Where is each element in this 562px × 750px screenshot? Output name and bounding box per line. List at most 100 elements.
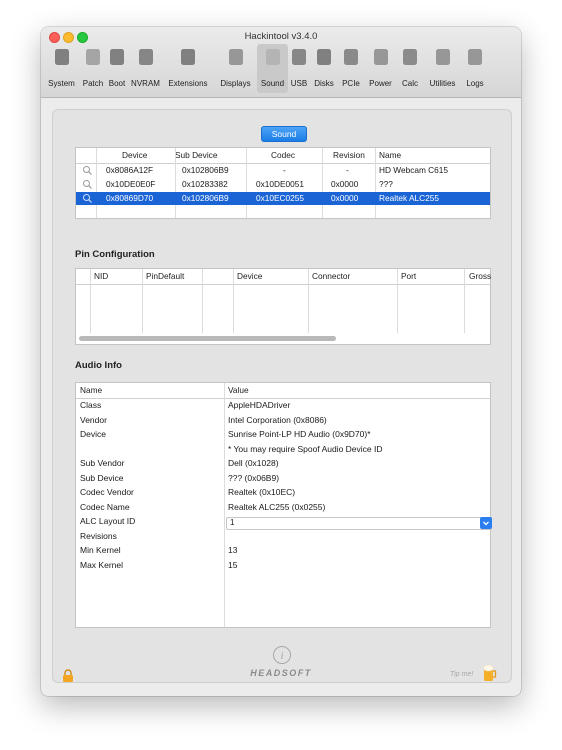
info-name: Revisions: [80, 530, 117, 541]
table-row[interactable]: 0x80869D70 0x102806B9 0x10EC0255 0x0000 Real…: [76, 192, 490, 205]
header-revision[interactable]: Revision: [333, 150, 365, 160]
toolbar-label: NVRAM: [131, 79, 160, 88]
sound-panel: Sound Device Sub Device Codec Revision N…: [52, 109, 512, 683]
toolbar-item-boot[interactable]: Boot: [105, 44, 129, 96]
info-value: Realtek (0x10EC): [228, 487, 296, 497]
toolbar-item-pcie[interactable]: PCIe: [337, 44, 365, 96]
toolbar-item-patch[interactable]: Patch: [82, 44, 104, 96]
toolbar-item-nvram[interactable]: NVRAM: [130, 44, 161, 96]
toolbar-item-system[interactable]: System: [41, 44, 82, 96]
beer-icon[interactable]: [483, 664, 497, 682]
devices-table: Device Sub Device Codec Revision Name 0x…: [75, 147, 491, 219]
cell-revision: 0x0000: [331, 193, 359, 203]
cell-revision: -: [346, 165, 349, 175]
tab-sound[interactable]: Sound: [261, 126, 307, 142]
cell-name: ???: [379, 179, 393, 189]
disks-icon: [317, 49, 331, 65]
info-name: Sub Vendor: [80, 458, 125, 468]
devices-table-header: Device Sub Device Codec Revision Name: [76, 148, 490, 164]
header-sub-device[interactable]: Sub Device: [175, 150, 217, 160]
info-name: Class: [80, 400, 102, 410]
tip-me-link[interactable]: Tip me!: [450, 671, 473, 678]
cell-device: 0x8086A12F: [106, 165, 154, 175]
pin-configuration-title: Pin Configuration: [75, 249, 155, 260]
utilities-icon: [435, 49, 450, 65]
header-codec[interactable]: Codec: [271, 150, 295, 160]
cell-sub-device: 0x102806B9: [182, 165, 229, 175]
header-pin-device[interactable]: Device: [237, 271, 262, 281]
magnifier-icon[interactable]: [82, 179, 93, 190]
nvram-icon: [138, 49, 153, 65]
power-icon: [373, 49, 388, 65]
info-name: Max Kernel: [80, 559, 123, 570]
header-info-name[interactable]: Name: [80, 385, 102, 395]
toolbar-label: PCIe: [342, 79, 360, 88]
patch-icon: [86, 49, 100, 65]
toolbar-label: Extensions: [168, 79, 208, 88]
audio-info-header: Name Value: [76, 383, 490, 399]
toolbar-item-extensions[interactable]: Extensions: [162, 44, 214, 96]
cell-codec: 0x10DE0051: [256, 179, 304, 189]
header-gross[interactable]: Gross: [469, 271, 491, 281]
info-name: Vendor: [80, 414, 107, 425]
cell-sub-device: 0x10283382: [182, 179, 228, 189]
magnifier-icon[interactable]: [82, 165, 93, 176]
cell-codec: 0x10EC0255: [256, 193, 304, 203]
header-info-value[interactable]: Value: [228, 385, 249, 395]
pin-configuration-table: NID PinDefault Device Connector Port Gro…: [75, 268, 491, 345]
window-title: Hackintool v3.4.0: [244, 31, 318, 42]
table-row[interactable]: 0x8086A12F 0x102806B9 - - HD Webcam C615: [76, 164, 490, 177]
toolbar-item-disks[interactable]: Disks: [312, 44, 336, 96]
toolbar-label: Logs: [466, 79, 484, 88]
info-icon[interactable]: i: [272, 645, 292, 665]
toolbar-item-calc[interactable]: Calc: [396, 44, 424, 96]
toolbar-label: System: [48, 79, 75, 88]
header-device[interactable]: Device: [122, 150, 147, 160]
toolbar-item-sound[interactable]: Sound: [257, 44, 288, 93]
toolbar-label: Disks: [314, 79, 334, 88]
toolbar-label: Calc: [401, 79, 418, 88]
toolbar-label: Sound: [260, 79, 285, 88]
extensions-icon: [181, 49, 195, 65]
cell-name: HD Webcam C615: [379, 165, 449, 175]
toolbar-label: Displays: [220, 79, 251, 88]
alc-layout-id-select[interactable]: 1: [226, 517, 492, 530]
toolbar-label: Power: [369, 79, 392, 88]
info-value: Intel Corporation (0x8086): [228, 414, 327, 425]
header-port[interactable]: Port: [401, 271, 416, 281]
info-value: Dell (0x1028): [228, 458, 279, 468]
info-value: Realtek ALC255 (0x0255): [228, 501, 326, 512]
header-pindefault[interactable]: PinDefault: [146, 271, 184, 281]
svg-text:i: i: [280, 650, 283, 662]
hackintool-window: Hackintool v3.4.0 System Patch Boot NVRAM Ex…: [41, 27, 521, 696]
info-name: Codec Name: [80, 501, 130, 512]
table-row[interactable]: 0x10DE0E0F 0x10283382 0x10DE0051 0x0000???: [76, 178, 490, 191]
cell-device: 0x10DE0E0F: [106, 179, 156, 189]
alc-layout-id-value: 1: [230, 518, 235, 527]
info-name: Min Kernel: [80, 545, 121, 555]
toolbar-item-utilities[interactable]: Utilities: [425, 44, 460, 96]
headsoft-logo[interactable]: HEADSOFT: [41, 668, 521, 678]
info-value: 15: [228, 559, 238, 570]
pin-table-header: NID PinDefault Device Connector Port Gro…: [76, 269, 491, 285]
toolbar-label: Utilities: [429, 79, 456, 88]
usb-icon: [292, 49, 306, 65]
header-nid[interactable]: NID: [94, 271, 108, 281]
cell-codec: -: [283, 165, 286, 175]
toolbar-item-logs[interactable]: Logs: [461, 44, 489, 96]
sound-icon: [265, 49, 280, 65]
toolbar-item-power[interactable]: Power: [365, 44, 396, 96]
magnifier-icon[interactable]: [82, 193, 93, 204]
toolbar-item-displays[interactable]: Displays: [215, 44, 256, 96]
system-icon: [54, 49, 69, 65]
toolbar-item-usb[interactable]: USB: [288, 44, 310, 96]
header-connector[interactable]: Connector: [312, 271, 350, 281]
info-value: ??? (0x06B9): [228, 472, 280, 483]
header-name[interactable]: Name: [379, 150, 401, 160]
cell-sub-device: 0x102806B9: [182, 193, 229, 203]
cell-name: Realtek ALC255: [379, 193, 439, 203]
horizontal-scrollbar[interactable]: [79, 336, 336, 341]
chevron-down-icon[interactable]: [480, 517, 492, 529]
boot-icon: [110, 49, 124, 65]
info-value: AppleHDADriver: [228, 400, 291, 410]
